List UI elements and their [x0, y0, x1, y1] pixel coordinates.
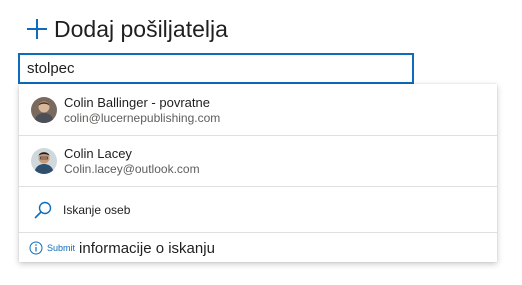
suggestion-name: Colin Ballinger - povratne [64, 94, 210, 110]
info-text: informacije o iskanju [79, 239, 215, 257]
suggestion-item[interactable]: Colin Ballinger - povratne colin@lucerne… [19, 86, 497, 134]
suggestion-item[interactable]: Colin Lacey Colin.lacey@outlook.com [19, 137, 497, 185]
divider [19, 232, 497, 233]
person-avatar [31, 148, 57, 174]
submit-link[interactable]: Submit [47, 243, 75, 253]
person-avatar [31, 97, 57, 123]
info-footer: Submit informacije o iskanju [19, 234, 497, 262]
suggestions-dropdown: Colin Ballinger - povratne colin@lucerne… [19, 84, 497, 262]
divider [19, 186, 497, 187]
header: Dodaj pošiljatelja [26, 14, 228, 44]
search-people-label: Iskanje oseb [63, 203, 131, 217]
divider [19, 135, 497, 136]
search-input[interactable] [20, 60, 412, 77]
suggestion-email: colin@lucernepublishing.com [64, 110, 221, 125]
search-icon [33, 200, 53, 220]
search-people-item[interactable]: Iskanje oseb [19, 188, 497, 232]
page-title: Dodaj pošiljatelja [54, 16, 228, 42]
suggestion-email: Colin.lacey@outlook.com [64, 161, 200, 176]
plus-icon[interactable] [26, 18, 48, 40]
suggestion-name: Colin Lacey [64, 145, 132, 161]
search-field[interactable] [18, 53, 414, 84]
info-icon [29, 241, 43, 255]
